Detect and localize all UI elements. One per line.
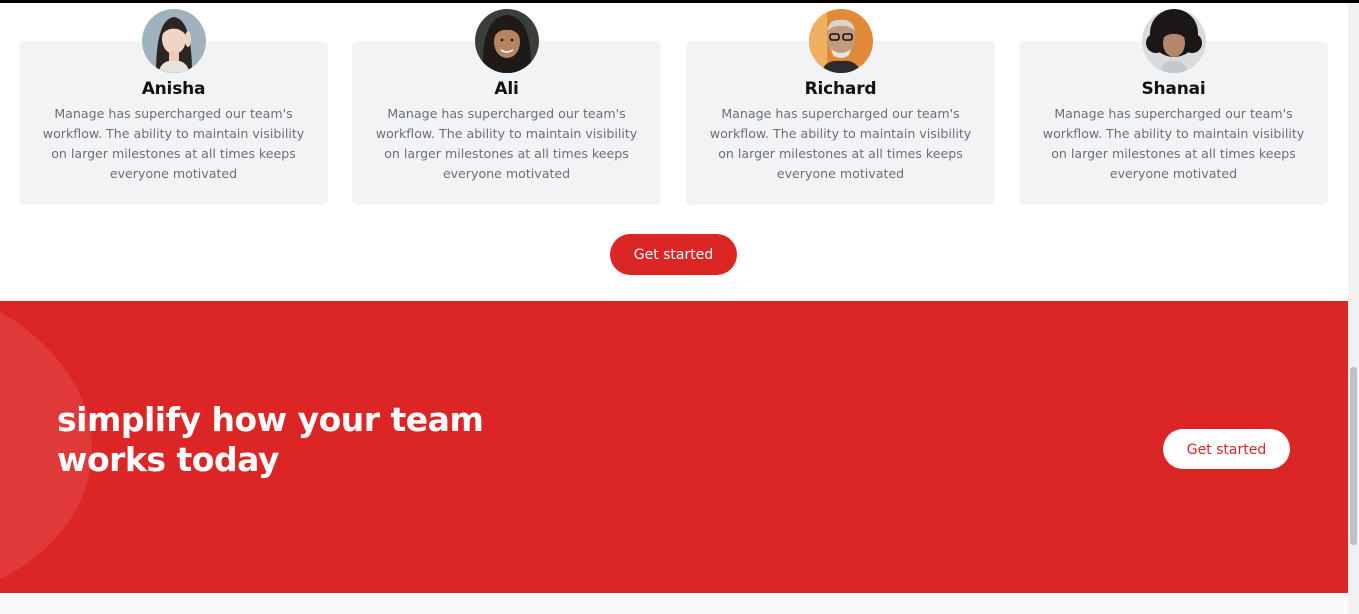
- avatar: [809, 9, 873, 73]
- avatar: [142, 9, 206, 73]
- avatar: [1142, 9, 1206, 73]
- cta-heading: simplify how your team works today: [57, 400, 484, 479]
- testimonial-card: Shanai Manage has supercharged our team'…: [1019, 9, 1328, 205]
- cta-get-started-button[interactable]: Get started: [1163, 429, 1290, 469]
- testimonial-name: Ali: [494, 79, 519, 99]
- avatar: [475, 9, 539, 73]
- get-started-button[interactable]: Get started: [610, 234, 737, 275]
- testimonial-quote: Manage has supercharged our team's workf…: [375, 106, 638, 181]
- cta-banner: simplify how your team works today Get s…: [0, 301, 1348, 593]
- page: Anisha Manage has supercharged our team'…: [0, 3, 1348, 614]
- testimonial-name: Anisha: [141, 79, 206, 99]
- footer-edge: [0, 593, 1348, 614]
- scrollbar-thumb[interactable]: [1350, 367, 1357, 545]
- testimonial-card: Anisha Manage has supercharged our team'…: [19, 9, 328, 205]
- vertical-scrollbar[interactable]: [1348, 3, 1359, 614]
- testimonial-name: Richard: [804, 79, 877, 99]
- testimonial-quote: Manage has supercharged our team's workf…: [42, 106, 305, 181]
- testimonial-card: Ali Manage has supercharged our team's w…: [352, 9, 661, 205]
- testimonial-name: Shanai: [1141, 79, 1206, 99]
- testimonial-card: Richard Manage has supercharged our team…: [686, 9, 995, 205]
- testimonial-quote: Manage has supercharged our team's workf…: [1042, 106, 1305, 181]
- testimonial-quote: Manage has supercharged our team's workf…: [709, 106, 972, 181]
